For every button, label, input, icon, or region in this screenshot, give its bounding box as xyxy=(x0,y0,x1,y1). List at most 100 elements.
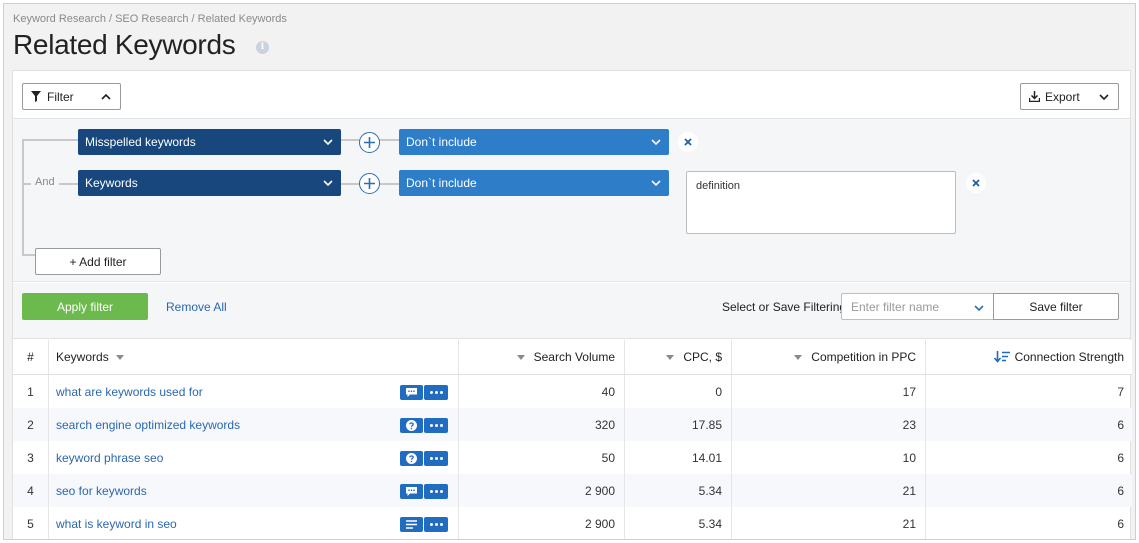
cpc-cell: 17.85 xyxy=(625,408,732,441)
export-button[interactable]: Export xyxy=(1020,83,1119,110)
column-header-keywords[interactable]: Keywords xyxy=(49,340,459,374)
app-window: Keyword Research / SEO Research / Relate… xyxy=(3,3,1136,540)
tree-connector xyxy=(22,139,24,255)
chevron-down-icon xyxy=(1099,94,1109,101)
keyword-link[interactable]: seo for keywords xyxy=(56,484,147,498)
table-row: 4 seo for keywords 2 900 5.34 21 6 xyxy=(13,474,1132,507)
more-options-icon[interactable] xyxy=(424,484,448,499)
export-label: Export xyxy=(1045,89,1080,104)
column-header-label: Keywords xyxy=(56,350,109,364)
question-icon[interactable] xyxy=(400,451,423,466)
table-header: # Keywords Search Volume CPC, $ Competit… xyxy=(13,340,1132,375)
plus-icon xyxy=(364,137,375,148)
sort-arrow-icon xyxy=(516,354,525,360)
search-volume-cell: 2 900 xyxy=(459,474,625,507)
keyword-link[interactable]: what is keyword in seo xyxy=(56,517,177,531)
more-options-icon[interactable] xyxy=(424,451,448,466)
info-icon[interactable]: i xyxy=(256,41,269,54)
filter-condition-select[interactable]: Don`t include xyxy=(399,129,669,155)
column-header-label: Connection Strength xyxy=(1014,350,1124,364)
chevron-down-icon xyxy=(323,139,333,146)
competition-cell: 21 xyxy=(732,507,926,539)
toolbar: Filter Export xyxy=(13,71,1130,117)
table-row: 3 keyword phrase seo 50 14.01 10 6 xyxy=(13,441,1132,474)
filter-field-select[interactable]: Keywords xyxy=(78,170,341,196)
keyword-cell: what are keywords used for xyxy=(49,375,459,408)
filter-field-select[interactable]: Misspelled keywords xyxy=(78,129,341,155)
filter-field-value: Misspelled keywords xyxy=(85,135,196,149)
more-options-icon[interactable] xyxy=(424,418,448,433)
filter-actions-bar: Apply filter Remove All Select or Save F… xyxy=(13,283,1130,339)
filter-builder: And Misspelled keywords Don`t include Ke… xyxy=(13,118,1130,282)
row-number: 5 xyxy=(13,507,49,539)
chevron-down-icon xyxy=(651,139,661,146)
breadcrumb[interactable]: Keyword Research / SEO Research / Relate… xyxy=(13,13,287,25)
cpc-cell: 5.34 xyxy=(625,474,732,507)
connection-strength-cell: 6 xyxy=(1117,516,1124,531)
column-header-search-volume[interactable]: Search Volume xyxy=(459,340,625,374)
comment-icon[interactable] xyxy=(400,484,423,499)
apply-filter-button[interactable]: Apply filter xyxy=(22,293,148,320)
add-condition-button[interactable] xyxy=(359,173,380,194)
competition-cell: 10 xyxy=(732,441,926,474)
column-header-cpc[interactable]: CPC, $ xyxy=(625,340,732,374)
save-filter-button[interactable]: Save filter xyxy=(993,293,1119,320)
search-volume-cell: 40 xyxy=(459,375,625,408)
column-header-label: Competition in PPC xyxy=(811,350,916,364)
column-header-competition[interactable]: Competition in PPC xyxy=(732,340,926,374)
more-options-icon[interactable] xyxy=(424,385,448,400)
filter-name-input[interactable]: Enter filter name xyxy=(841,293,994,320)
column-header-connection-strength[interactable]: Connection Strength xyxy=(926,340,1132,374)
comment-icon[interactable] xyxy=(400,385,423,400)
keyword-cell: seo for keywords xyxy=(49,474,459,507)
row-number: 1 xyxy=(13,375,49,408)
competition-cell: 23 xyxy=(732,408,926,441)
table-row: 5 what is keyword in seo 2 900 5.34 21 6 xyxy=(13,507,1132,539)
more-options-icon[interactable] xyxy=(424,517,448,532)
filter-condition-value: Don`t include xyxy=(406,135,477,149)
filter-condition-select[interactable]: Don`t include xyxy=(399,170,669,196)
cpc-cell: 14.01 xyxy=(625,441,732,474)
row-actions xyxy=(400,385,448,400)
funnel-icon xyxy=(29,91,43,102)
keyword-link[interactable]: search engine optimized keywords xyxy=(56,418,240,432)
sort-descending-icon xyxy=(993,351,1010,363)
filter-value-textarea[interactable]: definition xyxy=(686,171,956,234)
chevron-down-icon xyxy=(974,305,984,312)
table-body: 1 what are keywords used for 40 0 17 7 2 search… xyxy=(13,375,1132,539)
page-title: Related Keywords xyxy=(13,29,236,60)
filter-toggle-label: Filter xyxy=(47,89,74,104)
keyword-link[interactable]: keyword phrase seo xyxy=(56,451,163,465)
add-filter-button[interactable]: + Add filter xyxy=(35,248,161,275)
connection-strength-cell: 6 xyxy=(1117,483,1124,498)
competition-cell: 17 xyxy=(732,375,926,408)
remove-filter-button[interactable] xyxy=(678,132,698,152)
question-icon[interactable] xyxy=(400,418,423,433)
close-icon xyxy=(972,179,980,187)
tree-connector xyxy=(22,139,78,141)
search-volume-cell: 320 xyxy=(459,408,625,441)
table-row: 2 search engine optimized keywords 320 17.8… xyxy=(13,408,1132,441)
search-volume-cell: 2 900 xyxy=(459,507,625,539)
column-header-label: CPC, $ xyxy=(683,350,722,364)
chevron-down-icon xyxy=(323,180,333,187)
keywords-table: # Keywords Search Volume CPC, $ Competit… xyxy=(13,340,1132,539)
connection-strength-cell: 6 xyxy=(1117,450,1124,465)
keyword-cell: search engine optimized keywords xyxy=(49,408,459,441)
row-number: 3 xyxy=(13,441,49,474)
close-icon xyxy=(684,138,692,146)
table-row: 1 what are keywords used for 40 0 17 7 xyxy=(13,375,1132,408)
add-condition-button[interactable] xyxy=(359,132,380,153)
filter-toggle-button[interactable]: Filter xyxy=(22,83,121,110)
competition-cell: 21 xyxy=(732,474,926,507)
text-lines-icon[interactable] xyxy=(400,517,423,532)
filter-condition-value: Don`t include xyxy=(406,176,477,190)
and-operator-label: And xyxy=(31,176,59,188)
filter-field-value: Keywords xyxy=(85,176,138,190)
column-header-label: Search Volume xyxy=(533,350,615,364)
download-icon xyxy=(1027,91,1041,102)
cpc-cell: 5.34 xyxy=(625,507,732,539)
remove-all-link[interactable]: Remove All xyxy=(166,300,227,314)
keyword-link[interactable]: what are keywords used for xyxy=(56,385,203,399)
remove-filter-button[interactable] xyxy=(966,173,986,193)
